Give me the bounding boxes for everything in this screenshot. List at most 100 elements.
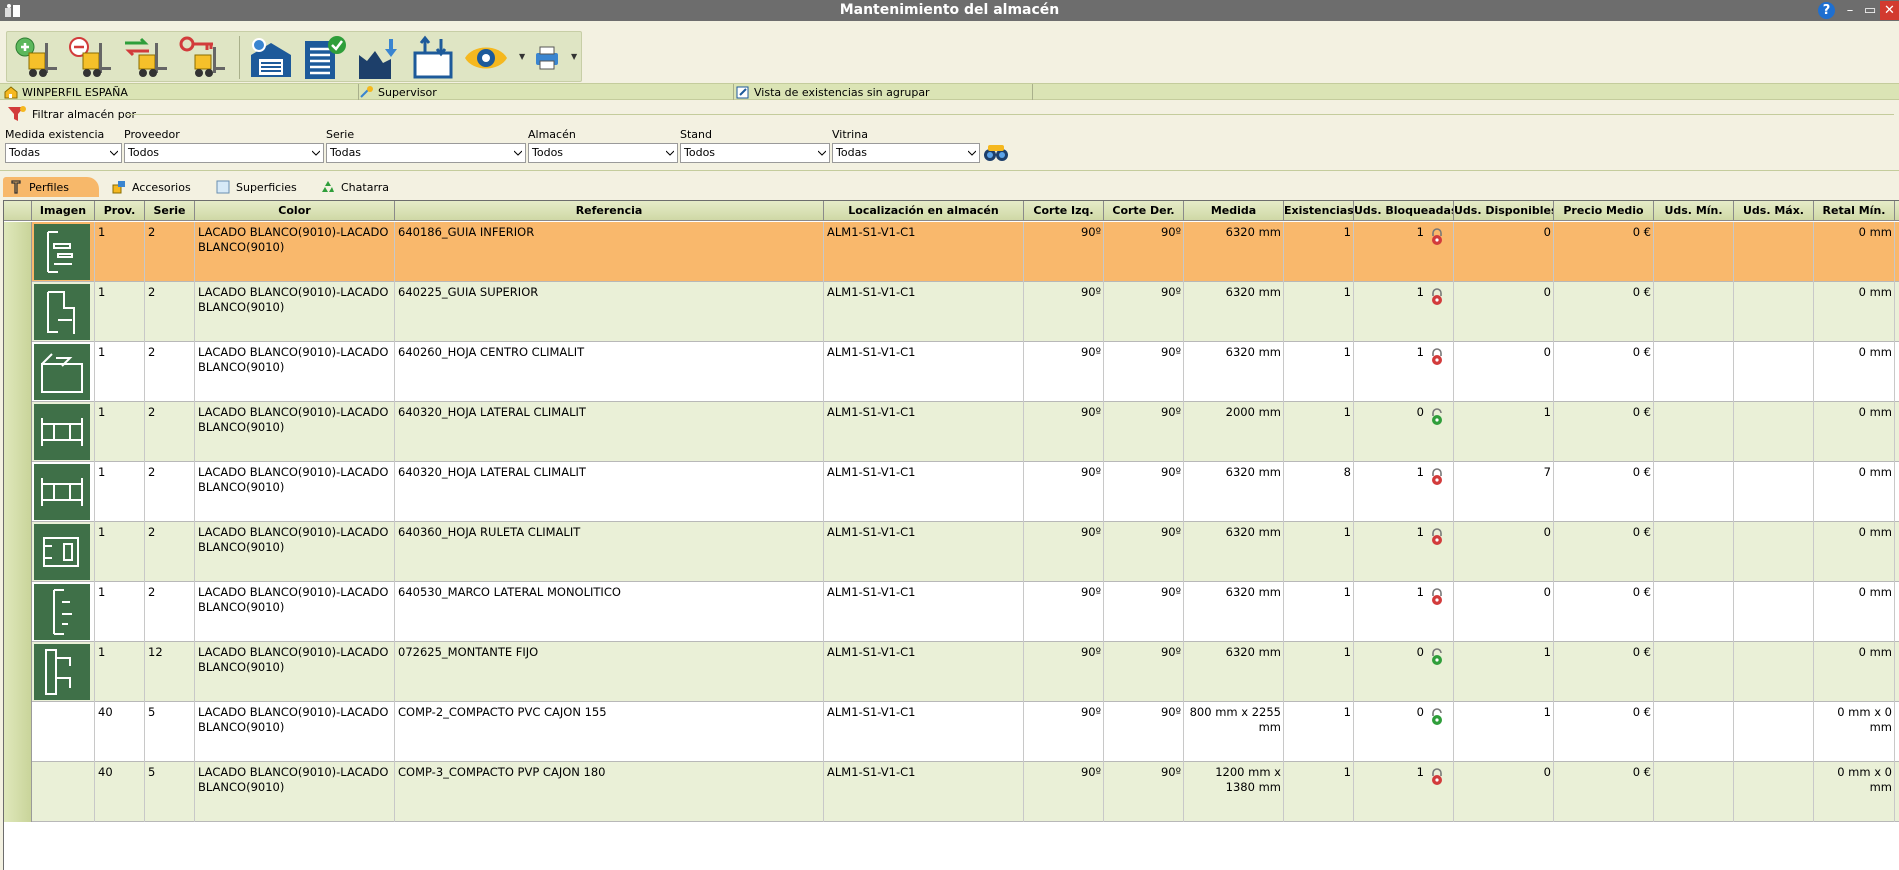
table-row[interactable]: 40 5 LACADO BLANCO(9010)-LACADO BLANCO(90… — [4, 762, 1899, 822]
retal-cell: 0 mm — [1814, 342, 1895, 402]
proveedor-select[interactable]: Todos — [124, 143, 324, 163]
disp-cell: 0 — [1454, 342, 1554, 402]
min-cell — [1654, 522, 1734, 582]
stand-select[interactable]: Todos — [680, 143, 830, 163]
maximize-button[interactable]: ▭ — [1860, 1, 1880, 20]
max-cell — [1734, 222, 1814, 282]
move-stock-button[interactable] — [407, 32, 459, 83]
blocked-units-value: 1 — [1416, 525, 1424, 539]
profile-image-cell — [32, 702, 95, 762]
row-selector[interactable] — [4, 762, 32, 822]
table-row[interactable]: 12 LACADO BLANCO(9010)-LACADO BLANCO(901… — [4, 342, 1899, 402]
lock-open-icon[interactable] — [1430, 408, 1444, 425]
serie-cell: 2 — [145, 462, 195, 522]
warehouse-config-button[interactable] — [245, 32, 297, 83]
table-row[interactable]: 12 LACADO BLANCO(9010)-LACADO BLANCO(901… — [4, 222, 1899, 282]
lock-closed-icon[interactable] — [1430, 348, 1444, 365]
blocked-units-cell: 0 — [1354, 402, 1454, 462]
column-header[interactable]: Referencia — [395, 201, 824, 221]
row-selector[interactable] — [4, 522, 32, 582]
cd-cell: 90º — [1104, 342, 1184, 402]
home-icon — [4, 86, 18, 99]
blocked-units-value: 1 — [1416, 225, 1424, 239]
ci-cell: 90º — [1024, 462, 1104, 522]
lock-closed-icon[interactable] — [1430, 768, 1444, 785]
stand-select-value: Todos — [684, 146, 716, 159]
stock-chart-button[interactable] — [353, 32, 405, 83]
updown-box-icon — [413, 35, 453, 78]
company-name: WINPERFIL ESPAÑA — [22, 85, 128, 99]
filter-funnel-icon — [8, 106, 26, 121]
table-row[interactable]: 12 LACADO BLANCO(9010)-LACADO BLANCO(901… — [4, 402, 1899, 462]
filter-label-proveedor: Proveedor — [124, 128, 180, 141]
row-selector[interactable] — [4, 642, 32, 702]
forklift-remove-icon — [69, 36, 111, 77]
view-button[interactable] — [461, 32, 511, 83]
lock-closed-icon[interactable] — [1430, 228, 1444, 245]
table-row[interactable]: 12 LACADO BLANCO(9010)-LACADO BLANCO(901… — [4, 462, 1899, 522]
close-button[interactable]: ✕ — [1880, 1, 1899, 20]
inventory-check-button[interactable] — [299, 32, 351, 83]
row-selector[interactable] — [4, 222, 32, 282]
vitrina-select[interactable]: Todas — [832, 143, 980, 163]
tab-perfiles[interactable]: Perfiles — [3, 177, 99, 197]
minimize-button[interactable]: – — [1840, 1, 1860, 20]
column-header[interactable]: Serie — [145, 201, 195, 221]
lock-closed-icon[interactable] — [1430, 288, 1444, 305]
help-button[interactable]: ? — [1818, 2, 1835, 19]
print-dropdown-arrow[interactable]: ▼ — [571, 52, 577, 61]
column-header[interactable]: Precio Medio — [1554, 201, 1654, 221]
lock-closed-icon[interactable] — [1430, 468, 1444, 485]
column-header[interactable]: Uds. Disponibles — [1454, 201, 1554, 221]
column-header[interactable]: Localización en almacén — [824, 201, 1024, 221]
print-button[interactable] — [529, 32, 565, 83]
filter-label-medida: Medida existencia — [5, 128, 105, 141]
table-row[interactable]: 12 LACADO BLANCO(9010)-LACADO BLANCO(901… — [4, 522, 1899, 582]
filter-separator — [0, 170, 1899, 171]
column-header[interactable]: Uds. Mín. — [1654, 201, 1734, 221]
row-selector[interactable] — [4, 462, 32, 522]
table-row[interactable]: 12 LACADO BLANCO(9010)-LACADO BLANCO(901… — [4, 582, 1899, 642]
column-header[interactable]: Corte Der. — [1104, 201, 1184, 221]
lock-open-icon[interactable] — [1430, 648, 1444, 665]
serie-select[interactable]: Todas — [326, 143, 526, 163]
column-header[interactable]: Imagen — [32, 201, 95, 221]
column-header[interactable]: Color — [195, 201, 395, 221]
almacen-select[interactable]: Todos — [528, 143, 678, 163]
lock-open-icon[interactable] — [1430, 708, 1444, 725]
column-header[interactable]: Uds. Bloqueadas — [1354, 201, 1454, 221]
row-selector[interactable] — [4, 282, 32, 342]
add-stock-button[interactable] — [9, 32, 61, 83]
ci-cell: 90º — [1024, 582, 1104, 642]
tab-superficies[interactable]: Superficies — [216, 177, 297, 197]
search-binoculars-icon[interactable] — [983, 143, 1009, 163]
table-row[interactable]: 12 LACADO BLANCO(9010)-LACADO BLANCO(901… — [4, 282, 1899, 342]
view-dropdown-arrow[interactable]: ▼ — [519, 52, 525, 61]
cd-cell: 90º — [1104, 462, 1184, 522]
table-row[interactable]: 40 5 LACADO BLANCO(9010)-LACADO BLANCO(90… — [4, 702, 1899, 762]
reserve-stock-button[interactable] — [175, 32, 231, 83]
forklift-key-icon — [179, 36, 225, 77]
column-header[interactable]: Retal Mín. — [1814, 201, 1895, 221]
lock-closed-icon[interactable] — [1430, 528, 1444, 545]
ref-cell: 640320_HOJA LATERAL CLIMALIT — [395, 402, 824, 462]
column-header[interactable]: Uds. Máx. — [1734, 201, 1814, 221]
retal-cell: 0 mm x 0 mm — [1814, 762, 1895, 822]
prov-cell: 1 — [95, 522, 145, 582]
table-row[interactable]: 1 12 LACADO BLANCO(9010)-LACADO BLANCO(90… — [4, 642, 1899, 702]
column-header[interactable]: Existencias — [1284, 201, 1354, 221]
row-selector[interactable] — [4, 402, 32, 462]
lock-closed-icon[interactable] — [1430, 588, 1444, 605]
row-selector[interactable] — [4, 342, 32, 402]
row-selector[interactable] — [4, 702, 32, 762]
checklist-icon — [305, 35, 346, 79]
tab-chatarra[interactable]: Chatarra — [321, 177, 389, 197]
remove-stock-button[interactable] — [63, 32, 115, 83]
row-selector[interactable] — [4, 582, 32, 642]
transfer-stock-button[interactable] — [119, 32, 171, 83]
column-header[interactable]: Medida — [1184, 201, 1284, 221]
tab-accesorios[interactable]: Accesorios — [112, 177, 191, 197]
medida-select[interactable]: Todas — [5, 143, 122, 163]
column-header[interactable]: Corte Izq. — [1024, 201, 1104, 221]
column-header[interactable]: Prov. — [95, 201, 145, 221]
